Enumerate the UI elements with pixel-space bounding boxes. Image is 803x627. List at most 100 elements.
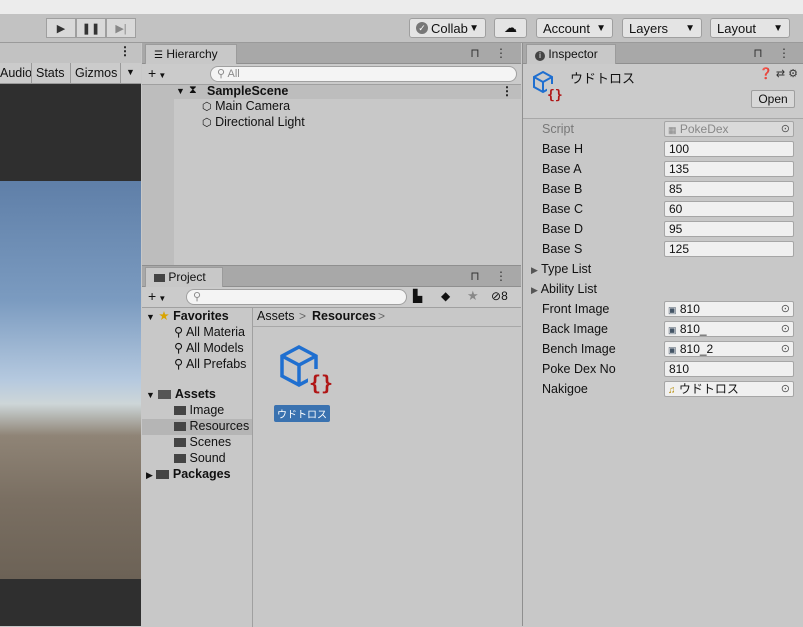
- type-list-label: Type List: [541, 262, 592, 276]
- hidden-packages-icon[interactable]: ⊘8: [491, 289, 508, 303]
- base-c-field[interactable]: 60: [664, 201, 794, 217]
- ability-list-label: Ability List: [540, 282, 597, 296]
- cloud-button[interactable]: ☁: [494, 18, 527, 38]
- object-picker-icon: ⊙: [780, 123, 790, 135]
- more-options-icon[interactable]: ⋮: [119, 44, 131, 58]
- packages-label: Packages: [172, 467, 231, 481]
- bench-image-field[interactable]: ▣ 810_2 ⊙: [664, 341, 794, 357]
- game-render-view[interactable]: [0, 181, 141, 579]
- account-dropdown[interactable]: Account ▼: [536, 18, 613, 38]
- object-picker-icon[interactable]: ⊙: [781, 322, 790, 336]
- chevron-down-icon[interactable]: ▼: [126, 67, 135, 77]
- breadcrumb-resources[interactable]: Resources: [312, 309, 376, 323]
- help-settings-icons[interactable]: ❓ ⇄ ⚙: [759, 67, 798, 80]
- folder-icon: [174, 454, 186, 463]
- sprite-icon: ▣: [668, 305, 677, 315]
- field-label: Base C: [542, 202, 583, 216]
- tab-inspector[interactable]: i Inspector: [526, 44, 616, 64]
- tree-favorites[interactable]: ▼ ★ Favorites: [146, 308, 229, 323]
- cloud-icon: ☁: [504, 20, 517, 35]
- back-image-field[interactable]: ▣ 810_ ⊙: [664, 321, 794, 337]
- tree-item-label: Resources: [189, 419, 250, 433]
- hierarchy-item[interactable]: ⬡ Main Camera: [202, 99, 290, 113]
- star-icon[interactable]: ★: [467, 288, 479, 304]
- nakigoe-field[interactable]: ♫ ウドトロス ⊙: [664, 381, 794, 397]
- ability-list-foldout[interactable]: ▶ Ability List: [531, 282, 597, 296]
- tab-hierarchy[interactable]: ☰ Hierarchy: [145, 44, 237, 64]
- base-s-field[interactable]: 125: [664, 241, 794, 257]
- folder-icon: [174, 422, 186, 431]
- collab-button[interactable]: ✓ Collab ▼: [409, 18, 486, 38]
- layout-dropdown[interactable]: Layout ▼: [710, 18, 790, 38]
- step-button[interactable]: ▶|: [106, 18, 136, 38]
- script-asset-icon: {}: [533, 70, 563, 102]
- lock-icon[interactable]: ⊓ ⋮: [753, 46, 796, 60]
- search-icon: ⚲: [193, 291, 202, 303]
- tree-item[interactable]: ⚲ All Models: [174, 340, 244, 355]
- front-image-label: Front Image: [542, 302, 610, 316]
- tree-folder-selected[interactable]: Resources: [174, 419, 249, 433]
- tree-assets[interactable]: ▼ Assets: [146, 387, 216, 401]
- open-button[interactable]: Open: [751, 90, 795, 108]
- layers-dropdown[interactable]: Layers ▼: [622, 18, 702, 38]
- chevron-right-icon: >: [378, 309, 386, 323]
- search-icon: ⚲: [174, 325, 184, 339]
- base-d-field[interactable]: 95: [664, 221, 794, 237]
- svg-text:{}: {}: [309, 371, 333, 395]
- poke-dex-no-field[interactable]: 810: [664, 361, 794, 377]
- more-options-icon[interactable]: ⋮: [501, 84, 513, 98]
- script-label: Script: [542, 122, 574, 136]
- hierarchy-item[interactable]: ⬡ Directional Light: [202, 115, 305, 129]
- sprite-icon: ▣: [668, 345, 677, 355]
- tab-project[interactable]: Project: [145, 267, 223, 287]
- scene-row[interactable]: ▼ ⧗ SampleScene ⋮: [174, 84, 521, 99]
- object-name: ウドトロス: [570, 71, 636, 86]
- asset-item[interactable]: {} ウドトロス: [272, 343, 336, 423]
- base-h-field[interactable]: 100: [664, 141, 794, 157]
- lock-icon[interactable]: ⊓ ⋮: [470, 269, 513, 283]
- pause-button[interactable]: ❚❚: [76, 18, 106, 38]
- filter-type-icon[interactable]: ▙: [413, 289, 422, 303]
- folder-icon: [156, 470, 170, 479]
- hierarchy-toolbar: + ▼ ⚲ All: [142, 64, 521, 85]
- hierarchy-search-input[interactable]: ⚲ All: [210, 66, 517, 82]
- inspector-header: {} ウドトロス ❓ ⇄ ⚙ Open: [523, 64, 803, 119]
- tree-folder[interactable]: Scenes: [174, 435, 231, 449]
- project-search-input[interactable]: ⚲: [186, 289, 407, 305]
- list-icon: ☰: [154, 50, 163, 61]
- breadcrumb-assets[interactable]: Assets: [257, 309, 295, 323]
- script-field-value: PokeDex: [679, 122, 729, 136]
- front-image-field[interactable]: ▣ 810 ⊙: [664, 301, 794, 317]
- sprite-icon: ▣: [668, 325, 677, 335]
- object-picker-icon[interactable]: ⊙: [781, 382, 790, 396]
- tree-packages[interactable]: ▶ Packages: [146, 467, 231, 481]
- front-image-value: 810: [679, 302, 700, 316]
- base-b-field[interactable]: 85: [664, 181, 794, 197]
- audio-toggle[interactable]: Audio: [0, 66, 32, 80]
- nakigoe-value: ウドトロス: [678, 382, 739, 396]
- lock-icon[interactable]: ⊓ ⋮: [470, 46, 513, 60]
- object-picker-icon[interactable]: ⊙: [781, 302, 790, 316]
- tree-item[interactable]: ⚲ All Prefabs: [174, 356, 246, 371]
- play-button[interactable]: ▶: [46, 18, 76, 38]
- expand-arrow-icon: ▶: [146, 470, 153, 480]
- type-list-foldout[interactable]: ▶ Type List: [531, 262, 591, 276]
- nakigoe-label: Nakigoe: [542, 382, 588, 396]
- search-icon: ⚲: [217, 68, 226, 80]
- object-picker-icon[interactable]: ⊙: [781, 342, 790, 356]
- filter-label-icon[interactable]: ◆: [441, 289, 450, 303]
- tree-item[interactable]: ⚲ All Materia: [174, 324, 245, 339]
- base-a-field[interactable]: 135: [664, 161, 794, 177]
- game-view-tabbar: ⋮: [0, 43, 141, 64]
- expand-arrow-icon[interactable]: ▼: [176, 86, 185, 96]
- tree-folder[interactable]: Sound: [174, 451, 226, 465]
- expand-arrow-icon: ▶: [531, 285, 538, 295]
- window-top-strip: [0, 0, 803, 14]
- stats-toggle[interactable]: Stats: [36, 66, 65, 80]
- create-plus-button[interactable]: + ▼: [148, 288, 166, 304]
- tree-folder[interactable]: Image: [174, 403, 224, 417]
- asset-item-name: ウドトロス: [274, 405, 330, 422]
- gizmos-toggle[interactable]: Gizmos: [75, 66, 117, 80]
- create-plus-button[interactable]: + ▼: [148, 65, 166, 81]
- project-tab-label: Project: [168, 270, 206, 284]
